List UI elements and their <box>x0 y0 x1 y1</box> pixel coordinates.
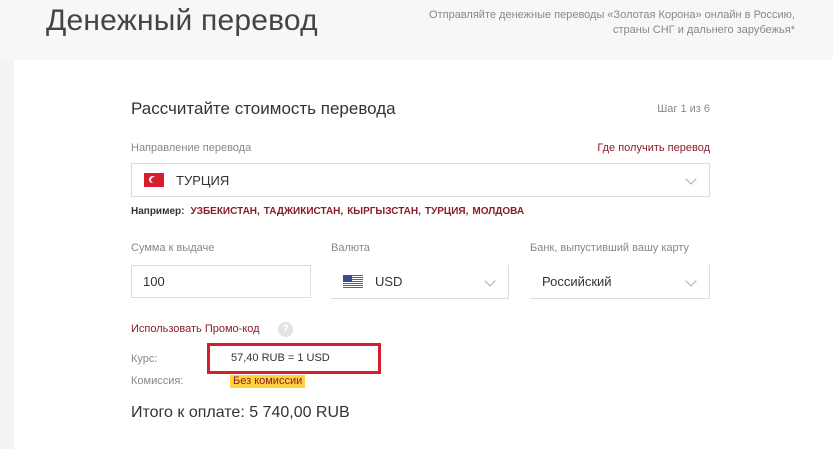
commission-badge: Без комиссии <box>230 375 306 388</box>
currency-label: Валюта <box>331 242 370 254</box>
rate-label: Курс: <box>131 353 158 365</box>
page-title: Денежный перевод <box>46 4 318 37</box>
chevron-down-icon <box>685 274 697 287</box>
header-note: Отправляйте денежные переводы «Золотая К… <box>429 9 795 36</box>
chevron-down-icon <box>685 173 697 185</box>
example-country-link[interactable]: ТУРЦИЯ, <box>425 206 468 217</box>
currency-select-value: USD <box>375 274 403 289</box>
example-country-link[interactable]: УЗБЕКИСТАН, <box>190 206 259 217</box>
amount-input[interactable]: 100 <box>131 265 311 298</box>
help-icon[interactable]: ? <box>278 322 293 337</box>
country-select-value: ТУРЦИЯ <box>176 172 230 188</box>
country-select[interactable]: ТУРЦИЯ <box>131 163 710 197</box>
example-country-link[interactable]: ТАДЖИКИСТАН, <box>264 206 343 217</box>
usa-flag-icon <box>343 275 363 288</box>
where-to-receive-link[interactable]: Где получить перевод <box>560 142 710 154</box>
page-header: Денежный перевод Отправляйте денежные пе… <box>0 0 833 60</box>
total-amount: Итого к оплате: 5 740,00 RUB <box>131 404 350 421</box>
example-country-link[interactable]: МОЛДОВА <box>472 206 524 217</box>
currency-select[interactable]: USD <box>331 265 509 299</box>
commission-label: Комиссия: <box>131 375 184 387</box>
amount-label: Сумма к выдаче <box>131 242 215 254</box>
step-indicator: Шаг 1 из 6 <box>657 103 710 115</box>
bank-select[interactable]: Российский <box>530 265 710 299</box>
amount-input-value: 100 <box>143 274 165 289</box>
country-examples: Например: УЗБЕКИСТАН, ТАДЖИКИСТАН, КЫРГЫ… <box>131 206 524 217</box>
bank-select-value: Российский <box>542 274 612 289</box>
example-country-link[interactable]: КЫРГЫЗСТАН, <box>347 206 421 217</box>
chevron-down-icon <box>484 274 496 287</box>
bank-label: Банк, выпустивший вашу карту <box>530 242 690 254</box>
turkey-flag-icon <box>144 173 164 187</box>
form-title: Рассчитайте стоимость перевода <box>131 99 396 118</box>
rate-value: 57,40 RUB = 1 USD <box>231 352 330 364</box>
direction-label: Направление перевода <box>131 142 252 154</box>
promo-code-link[interactable]: Использовать Промо-код <box>131 323 260 335</box>
examples-label: Например: <box>131 206 185 217</box>
